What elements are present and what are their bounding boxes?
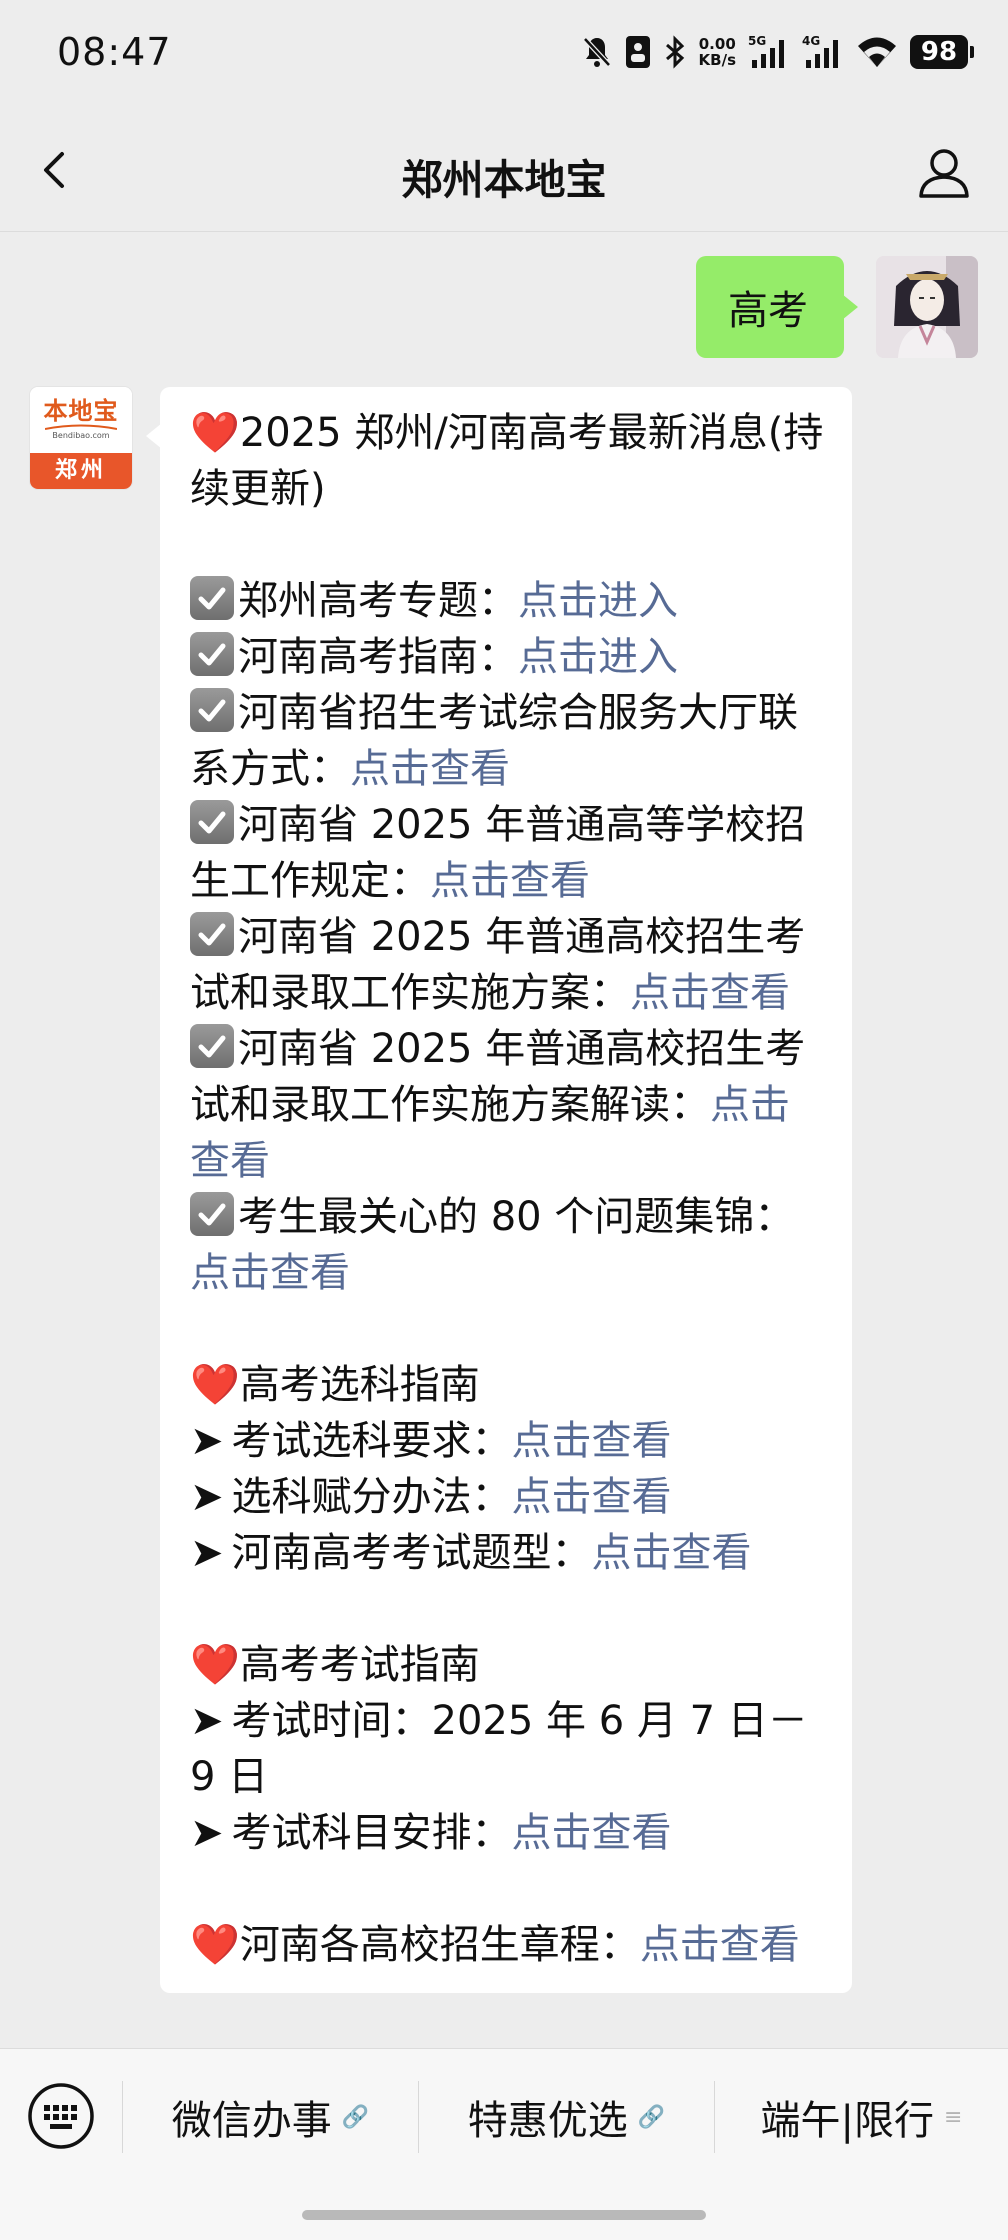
- status-time: 08:47: [57, 30, 172, 74]
- user-avatar[interactable]: [876, 256, 978, 358]
- admission-charter-line: ❤️河南各高校招生章程：点击查看: [190, 1922, 800, 1968]
- item-link[interactable]: 点击进入: [518, 634, 678, 680]
- checkbox-icon: [190, 1024, 234, 1068]
- user-avatar-image: [876, 256, 978, 358]
- user-message-bubble[interactable]: 高考: [696, 256, 858, 358]
- heart-icon: ❤️: [190, 1642, 240, 1688]
- checkbox-icon: [190, 632, 234, 676]
- message-heading: ❤️2025 郑州/河南高考最新消息(持续更新): [190, 410, 824, 512]
- link-icon: 🔗: [637, 2104, 666, 2130]
- item-link[interactable]: 点击查看: [512, 1474, 672, 1520]
- heart-icon: ❤️: [190, 1922, 240, 1968]
- chat-area[interactable]: 高考 本地宝 Bendibao.com 郑州 ❤️2025 郑州/河南高考最新消…: [0, 232, 1008, 2048]
- item-link[interactable]: 点击查看: [592, 1530, 752, 1576]
- exam-guide-item: ➤ 考试时间：2025 年 6 月 7 日－9 日: [190, 1698, 808, 1800]
- exam-guide-item: ➤ 考试科目安排：点击查看: [190, 1810, 672, 1856]
- profile-icon[interactable]: [916, 144, 972, 200]
- item-link[interactable]: 点击查看: [350, 746, 510, 792]
- checked-link-item: 河南高考指南：点击进入: [190, 629, 826, 685]
- heart-icon: ❤️: [190, 410, 240, 456]
- signal-4g-icon: 4G: [802, 34, 838, 68]
- checkbox-icon: [190, 688, 234, 732]
- checked-link-item: 考生最关心的 80 个问题集锦：点击查看: [190, 1192, 795, 1296]
- bot-avatar-city: 郑州: [30, 453, 132, 489]
- arrow-icon: ➤: [190, 1530, 224, 1576]
- item-link[interactable]: 点击查看: [430, 858, 590, 904]
- checkbox-icon: [190, 800, 234, 844]
- arrow-icon: ➤: [190, 1474, 224, 1520]
- item-link[interactable]: 点击查看: [512, 1418, 672, 1464]
- checkbox-icon: [190, 1192, 234, 1236]
- submenu-icon: ≡: [944, 2104, 963, 2130]
- network-speed: 0.00 KB/s: [698, 35, 736, 69]
- exam-guide-list: ➤ 考试时间：2025 年 6 月 7 日－9 日 ➤ 考试科目安排：点击查看: [190, 1693, 826, 1861]
- user-message-text: 高考: [728, 288, 808, 334]
- item-link[interactable]: 点击查看: [190, 1250, 350, 1296]
- subject-guide-item: ➤ 河南高考考试题型：点击查看: [190, 1530, 752, 1576]
- item-link[interactable]: 点击查看: [512, 1810, 672, 1856]
- home-indicator[interactable]: [302, 2210, 706, 2220]
- battery-indicator: 98: [910, 35, 974, 69]
- svg-text:5G: 5G: [748, 34, 766, 48]
- bot-avatar[interactable]: 本地宝 Bendibao.com 郑州: [30, 387, 132, 489]
- checked-link-item: 河南省招生考试综合服务大厅联系方式：点击查看: [190, 688, 798, 792]
- subject-guide-list: ➤ 考试选科要求：点击查看 ➤ 选科赋分办法：点击查看 ➤ 河南高考考试题型：点击查看: [190, 1413, 826, 1581]
- arrow-icon: ➤: [190, 1810, 224, 1856]
- keyboard-icon[interactable]: [26, 2081, 96, 2151]
- checked-link-list: 郑州高考专题：点击进入 河南高考指南：点击进入 河南省招生考试综合服务大厅联系方式：…: [190, 573, 826, 1301]
- checkbox-icon: [190, 576, 234, 620]
- status-bar: 08:47 0.00 KB/s 5G 4G 98: [0, 0, 1008, 108]
- bot-message-bubble: ❤️2025 郑州/河南高考最新消息(持续更新) 郑州高考专题：点击进入 河南高考…: [146, 387, 852, 1993]
- heart-icon: ❤️: [190, 1362, 240, 1408]
- mute-bell-icon: [582, 37, 611, 67]
- subject-guide-item: ➤ 考试选科要求：点击查看: [190, 1418, 672, 1464]
- nav-bar: 郑州本地宝: [0, 108, 1008, 232]
- bendibao-logo: 本地宝 Bendibao.com: [30, 387, 132, 453]
- view-link[interactable]: 点击查看: [640, 1922, 800, 1968]
- sim-card-icon: [625, 36, 650, 68]
- arrow-icon: ➤: [190, 1418, 224, 1464]
- wifi-icon: [858, 37, 896, 67]
- checked-link-item: 河南省 2025 年普通高校招生考试和录取工作实施方案：点击查看: [190, 912, 806, 1016]
- status-icons: 0.00 KB/s 5G 4G 98: [581, 30, 974, 74]
- subject-guide-item: ➤ 选科赋分办法：点击查看: [190, 1474, 672, 1520]
- arrow-icon: ➤: [190, 1698, 224, 1744]
- svg-text:4G: 4G: [802, 34, 820, 48]
- link-icon: 🔗: [341, 2104, 370, 2130]
- menu-item-special-offers[interactable]: 特惠优选 🔗: [418, 2081, 714, 2153]
- section-heading: ❤️高考考试指南: [190, 1642, 480, 1688]
- checked-link-item: 郑州高考专题：点击进入: [190, 573, 826, 629]
- menu-item-dragon-boat-restriction[interactable]: 端午|限行 ≡: [714, 2081, 1008, 2153]
- checked-link-item: 河南省 2025 年普通高校招生考试和录取工作实施方案解读：点击查看: [190, 1024, 806, 1184]
- bluetooth-icon: [665, 35, 684, 69]
- chat-title: 郑州本地宝: [401, 156, 607, 204]
- section-heading: ❤️高考选科指南: [190, 1362, 480, 1408]
- signal-5g-icon: 5G: [748, 34, 784, 68]
- checkbox-icon: [190, 912, 234, 956]
- item-link[interactable]: 点击查看: [630, 970, 790, 1016]
- item-link[interactable]: 点击进入: [518, 578, 678, 624]
- checked-link-item: 河南省 2025 年普通高等学校招生工作规定：点击查看: [190, 800, 806, 904]
- menu-item-wechat-services[interactable]: 微信办事 🔗: [122, 2081, 418, 2153]
